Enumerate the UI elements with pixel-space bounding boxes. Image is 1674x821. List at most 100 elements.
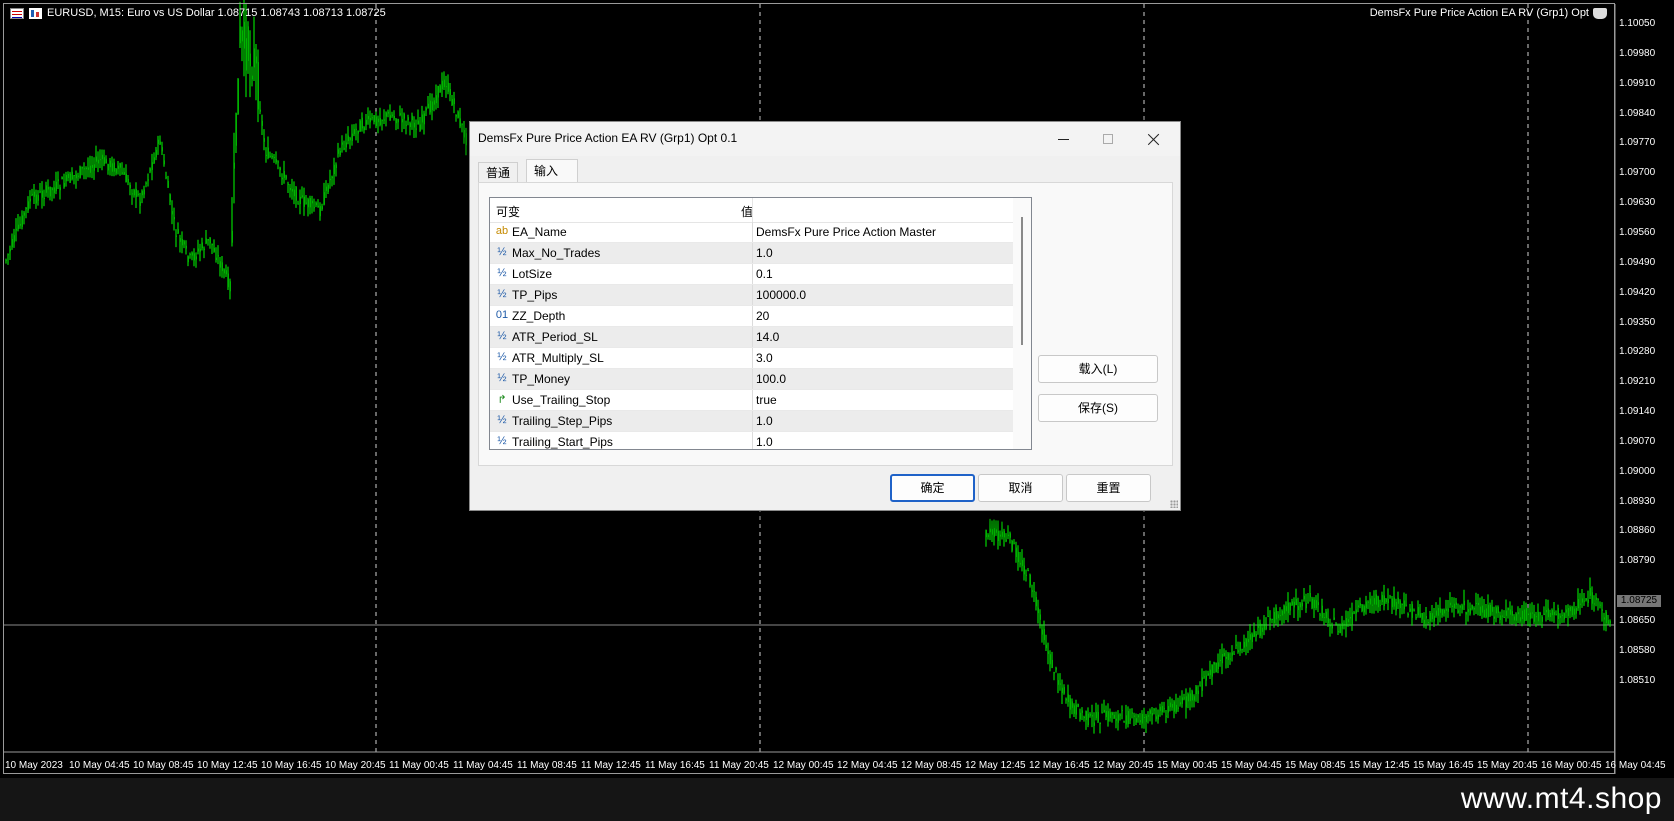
candle-body [1101,712,1103,714]
time-tick-label: 11 May 12:45 [581,760,641,771]
candle-body [227,273,229,288]
candle-body [367,115,369,120]
chart-type-icon [29,7,42,19]
param-row[interactable]: ½ Trailing_Step_Pips 1.0 [490,411,1013,432]
inputs-grid[interactable]: 可变 值 ab EA_Name DemsFx Pure Price Action M… [489,197,1032,450]
close-button[interactable] [1131,125,1175,153]
candle-body [1563,613,1565,620]
candle-body [1041,629,1043,635]
candle-body [77,175,79,177]
param-value[interactable]: 100000.0 [756,288,806,302]
param-row[interactable]: ½ Trailing_Start_Pips 1.0 [490,432,1013,449]
candle-body [45,185,47,193]
candle-body [107,164,109,171]
param-value[interactable]: 14.0 [756,330,779,344]
load-button[interactable]: 载入(L) [1038,355,1158,383]
double-type-icon: ½ [497,435,507,447]
param-value[interactable]: true [756,393,777,407]
param-row[interactable]: ab EA_Name DemsFx Pure Price Action Master [490,222,1013,243]
candle-body [1379,605,1381,607]
column-separator[interactable] [752,198,753,222]
time-tick-label: 11 May 16:45 [645,760,705,771]
grid-scrollbar[interactable] [1013,198,1031,449]
param-value[interactable]: 20 [756,309,769,323]
candle-body [445,86,447,88]
double-type-icon: ½ [497,288,507,300]
candle-body [1011,540,1013,551]
grid-header: 可变 值 [490,198,1013,223]
candle-body [1509,609,1511,615]
scroll-thumb[interactable] [1021,217,1023,345]
param-value[interactable]: DemsFx Pure Price Action Master [756,225,936,239]
candle-body [1343,623,1345,625]
candle-body [189,254,191,256]
param-value[interactable]: 1.0 [756,414,773,428]
candle-body [451,99,453,106]
candle-body [211,243,213,246]
candle-body [1217,662,1219,670]
param-row[interactable]: ½ TP_Money 100.0 [490,369,1013,390]
candle-body [131,193,133,195]
expert-hat-icon[interactable] [1593,7,1607,19]
candle-body [1401,604,1403,606]
candle-body [313,207,315,209]
param-value[interactable]: 3.0 [756,351,773,365]
candle-body [1333,617,1335,620]
candle-body [389,115,391,121]
candle-body [323,192,325,205]
candle-body [351,133,353,141]
candle-body [1199,685,1201,687]
candle-body [1239,642,1241,651]
param-value[interactable]: 100.0 [756,372,786,386]
candle-body [1329,625,1331,627]
tab-inputs[interactable]: 输入 [526,159,578,182]
candle-body [1311,598,1313,609]
candle-body [1273,612,1275,623]
price-tick-label: 1.09700 [1619,167,1656,179]
candle-body [73,175,75,177]
candle-body [1587,599,1589,603]
price-tick-label: 1.09280 [1619,346,1656,358]
minimize-button[interactable] [1041,125,1085,153]
candle-body [1369,598,1371,605]
price-tick-label: 1.09000 [1619,465,1656,477]
param-row[interactable]: ½ Max_No_Trades 1.0 [490,243,1013,264]
param-row[interactable]: ½ ATR_Period_SL 14.0 [490,327,1013,348]
param-row[interactable]: ↱ Use_Trailing_Stop true [490,390,1013,411]
candle-body [1359,603,1361,606]
ok-button[interactable]: 确定 [890,474,975,502]
expert-advisor-label[interactable]: DemsFx Pure Price Action EA RV (Grp1) Op… [1370,7,1607,19]
save-button[interactable]: 保存(S) [1038,394,1158,422]
candle-body [1177,707,1179,709]
candle-body [391,114,393,117]
double-type-icon: ½ [497,414,507,426]
param-row[interactable]: ½ TP_Pips 100000.0 [490,285,1013,306]
candle-body [1299,603,1301,608]
cancel-button[interactable]: 取消 [978,474,1063,502]
candle-body [1087,713,1089,726]
reset-button[interactable]: 重置 [1066,474,1151,502]
candle-body [1581,598,1583,603]
tab-common[interactable]: 普通 [478,162,519,182]
param-value[interactable]: 1.0 [756,435,773,449]
price-tick-label: 1.08510 [1619,674,1656,686]
column-header-variable[interactable]: 可变 [496,203,520,220]
param-value[interactable]: 1.0 [756,246,773,260]
resize-grip-icon[interactable] [1170,500,1178,508]
param-value[interactable]: 0.1 [756,267,773,281]
candle-body [269,155,271,157]
maximize-button[interactable] [1086,125,1130,153]
candle-body [987,534,989,537]
candle-body [1291,601,1293,606]
candle-body [7,254,9,256]
param-row[interactable]: ½ ATR_Multiply_SL 3.0 [490,348,1013,369]
param-row[interactable]: ½ LotSize 0.1 [490,264,1013,285]
candle-body [321,206,323,210]
candle-body [1219,659,1221,662]
candle-body [275,159,277,163]
candle-body [1069,698,1071,710]
candle-body [985,529,987,538]
param-row[interactable]: 01 ZZ_Depth 20 [490,306,1013,327]
dialog-titlebar[interactable]: DemsFx Pure Price Action EA RV (Grp1) Op… [470,122,1180,156]
candle-body [1351,612,1353,625]
